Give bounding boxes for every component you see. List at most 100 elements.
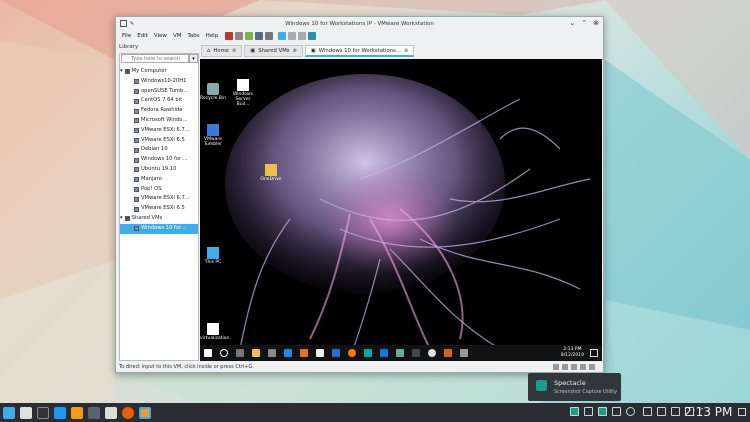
outlook-icon[interactable] <box>284 349 292 357</box>
app-icon[interactable] <box>444 349 452 357</box>
desktop-icon-onedrive[interactable]: OneDrive <box>258 164 284 182</box>
screenshot-icon[interactable] <box>104 406 117 419</box>
maximize-button[interactable]: ⌃ <box>581 19 587 27</box>
menu-file[interactable]: File <box>119 33 134 39</box>
tree-shared[interactable]: ▾ Shared VMs <box>120 214 198 224</box>
menu-vm[interactable]: VM <box>170 33 185 39</box>
tree-root[interactable]: ▾ My Computer <box>120 67 198 77</box>
snapshot-icon[interactable] <box>265 32 274 40</box>
list-item[interactable]: VMware ESXi 6.7... <box>120 126 198 136</box>
send-keys-icon[interactable] <box>255 32 264 40</box>
start-icon[interactable] <box>204 349 212 357</box>
library-view-icon[interactable] <box>278 32 287 40</box>
app-launcher-icon[interactable] <box>2 406 15 419</box>
cdrom-icon[interactable] <box>562 364 568 370</box>
tab-windows10[interactable]: ▣ Windows 10 for Workstations... ⊗ <box>304 45 415 57</box>
title-bar[interactable]: ✎ Windows 10 for Workstations IP - VMwar… <box>116 17 603 30</box>
desktop-icon-virtualization[interactable]: virtualization <box>200 323 229 341</box>
devices-icon[interactable] <box>657 407 666 416</box>
desktop-icon-thispc[interactable]: This PC <box>200 247 226 265</box>
spectacle-tray-icon[interactable] <box>569 407 579 416</box>
firefox-icon[interactable] <box>121 406 134 419</box>
app-icon[interactable] <box>396 349 404 357</box>
app-icon[interactable] <box>412 349 420 357</box>
guest-clock[interactable]: 2:13 PM 8/12/2019 <box>561 347 584 359</box>
list-item[interactable]: CentOS 7 64 bit <box>120 96 198 106</box>
menu-edit[interactable]: Edit <box>134 33 151 39</box>
vmware-icon <box>207 124 219 136</box>
office-icon[interactable] <box>300 349 308 357</box>
list-item[interactable]: Ubuntu 19.10 <box>120 165 198 175</box>
edge-icon[interactable] <box>332 349 340 357</box>
status-text: To direct input to this VM, click inside… <box>119 364 254 370</box>
vm-display[interactable]: Recycle Bin Windows Server Buil... VMwar… <box>200 59 602 361</box>
terminal-icon[interactable] <box>36 406 49 419</box>
pager-icon[interactable] <box>19 406 32 419</box>
close-icon[interactable]: ⊗ <box>404 45 408 57</box>
menu-view[interactable]: View <box>151 33 170 39</box>
vmware-tray-icon[interactable] <box>597 407 607 416</box>
fullscreen-icon[interactable] <box>298 32 307 40</box>
app-icon[interactable] <box>380 349 388 357</box>
close-button[interactable]: ⊗ <box>593 19 599 27</box>
search-icon[interactable] <box>220 349 228 357</box>
status-bar: To direct input to this VM, click inside… <box>116 362 603 373</box>
window-icon[interactable] <box>583 407 593 416</box>
host-clock[interactable]: 2:13 PM <box>684 405 732 419</box>
list-item[interactable]: VMware ESXi 6.7... <box>120 194 198 204</box>
play-icon[interactable] <box>245 32 254 40</box>
power-icon[interactable] <box>225 32 234 40</box>
list-item[interactable]: Debian 10 <box>120 145 198 155</box>
mail-icon[interactable] <box>316 349 324 357</box>
file-explorer-icon[interactable] <box>252 349 260 357</box>
unity-icon[interactable] <box>308 32 317 40</box>
app-icon[interactable] <box>87 406 100 419</box>
list-item[interactable]: VMware ESXi 6.5 <box>120 204 198 214</box>
notifications-icon[interactable] <box>643 407 652 416</box>
task-view-icon[interactable] <box>236 349 244 357</box>
vm-label: VMware ESXi 6.5 <box>141 136 185 143</box>
search-dropdown-icon[interactable]: ▾ <box>189 54 198 63</box>
list-item[interactable]: Microsoft Windo... <box>120 116 198 126</box>
store-icon[interactable] <box>268 349 276 357</box>
list-item[interactable]: Windows 10 for ... <box>120 155 198 165</box>
thumbnail-view-icon[interactable] <box>288 32 297 40</box>
notification-popup[interactable]: Spectacle Screenshot Capture Utility <box>528 373 621 401</box>
desktop-icon-vmware[interactable]: VMware Tumbler <box>200 124 226 147</box>
list-item[interactable]: Windows 10 for... <box>120 223 198 234</box>
network-icon[interactable] <box>571 364 577 370</box>
pause-icon[interactable] <box>235 32 244 40</box>
dolphin-icon[interactable] <box>53 406 66 419</box>
app-icon[interactable] <box>364 349 372 357</box>
vmware-active-icon[interactable] <box>138 406 151 419</box>
minimize-button[interactable]: ⌄ <box>569 19 575 27</box>
list-item[interactable]: VMware ESXi 6.5 <box>120 136 198 146</box>
guest-clock-date: 8/12/2019 <box>560 353 584 358</box>
updates-icon[interactable] <box>625 407 635 416</box>
hdd-icon[interactable] <box>553 364 559 370</box>
volume-icon[interactable] <box>671 407 680 416</box>
panel-settings-icon[interactable] <box>738 408 746 416</box>
desktop-icon-server[interactable]: Windows Server Buil... <box>230 79 256 107</box>
firefox-icon[interactable] <box>348 349 356 357</box>
app-icon[interactable] <box>460 349 468 357</box>
list-item[interactable]: Fedora Rawhide <box>120 106 198 116</box>
library-search-input[interactable]: Type here to search <box>121 54 189 63</box>
list-item[interactable]: Pop! OS <box>120 185 198 195</box>
menu-tabs[interactable]: Tabs <box>184 33 202 39</box>
desktop-icon-recycle[interactable]: Recycle Bin <box>200 83 226 101</box>
vmware-icon[interactable] <box>70 406 83 419</box>
usb-icon[interactable] <box>580 364 586 370</box>
app-icon[interactable] <box>428 349 436 357</box>
action-center-icon[interactable] <box>590 349 598 357</box>
tab-shared-vms[interactable]: ▣ Shared VMs ⊗ <box>244 45 303 57</box>
list-item[interactable]: Manjaro <box>120 175 198 185</box>
clipboard-icon[interactable] <box>611 407 621 416</box>
close-icon[interactable]: ⊗ <box>293 45 297 57</box>
close-icon[interactable]: ⊗ <box>232 45 236 57</box>
list-item[interactable]: Windows10-20H1 <box>120 77 198 87</box>
list-item[interactable]: openSUSE Tumb... <box>120 87 198 97</box>
menu-help[interactable]: Help <box>203 33 222 39</box>
sound-icon[interactable] <box>589 364 595 370</box>
tab-home[interactable]: ⌂ Home ⊗ <box>201 45 243 57</box>
